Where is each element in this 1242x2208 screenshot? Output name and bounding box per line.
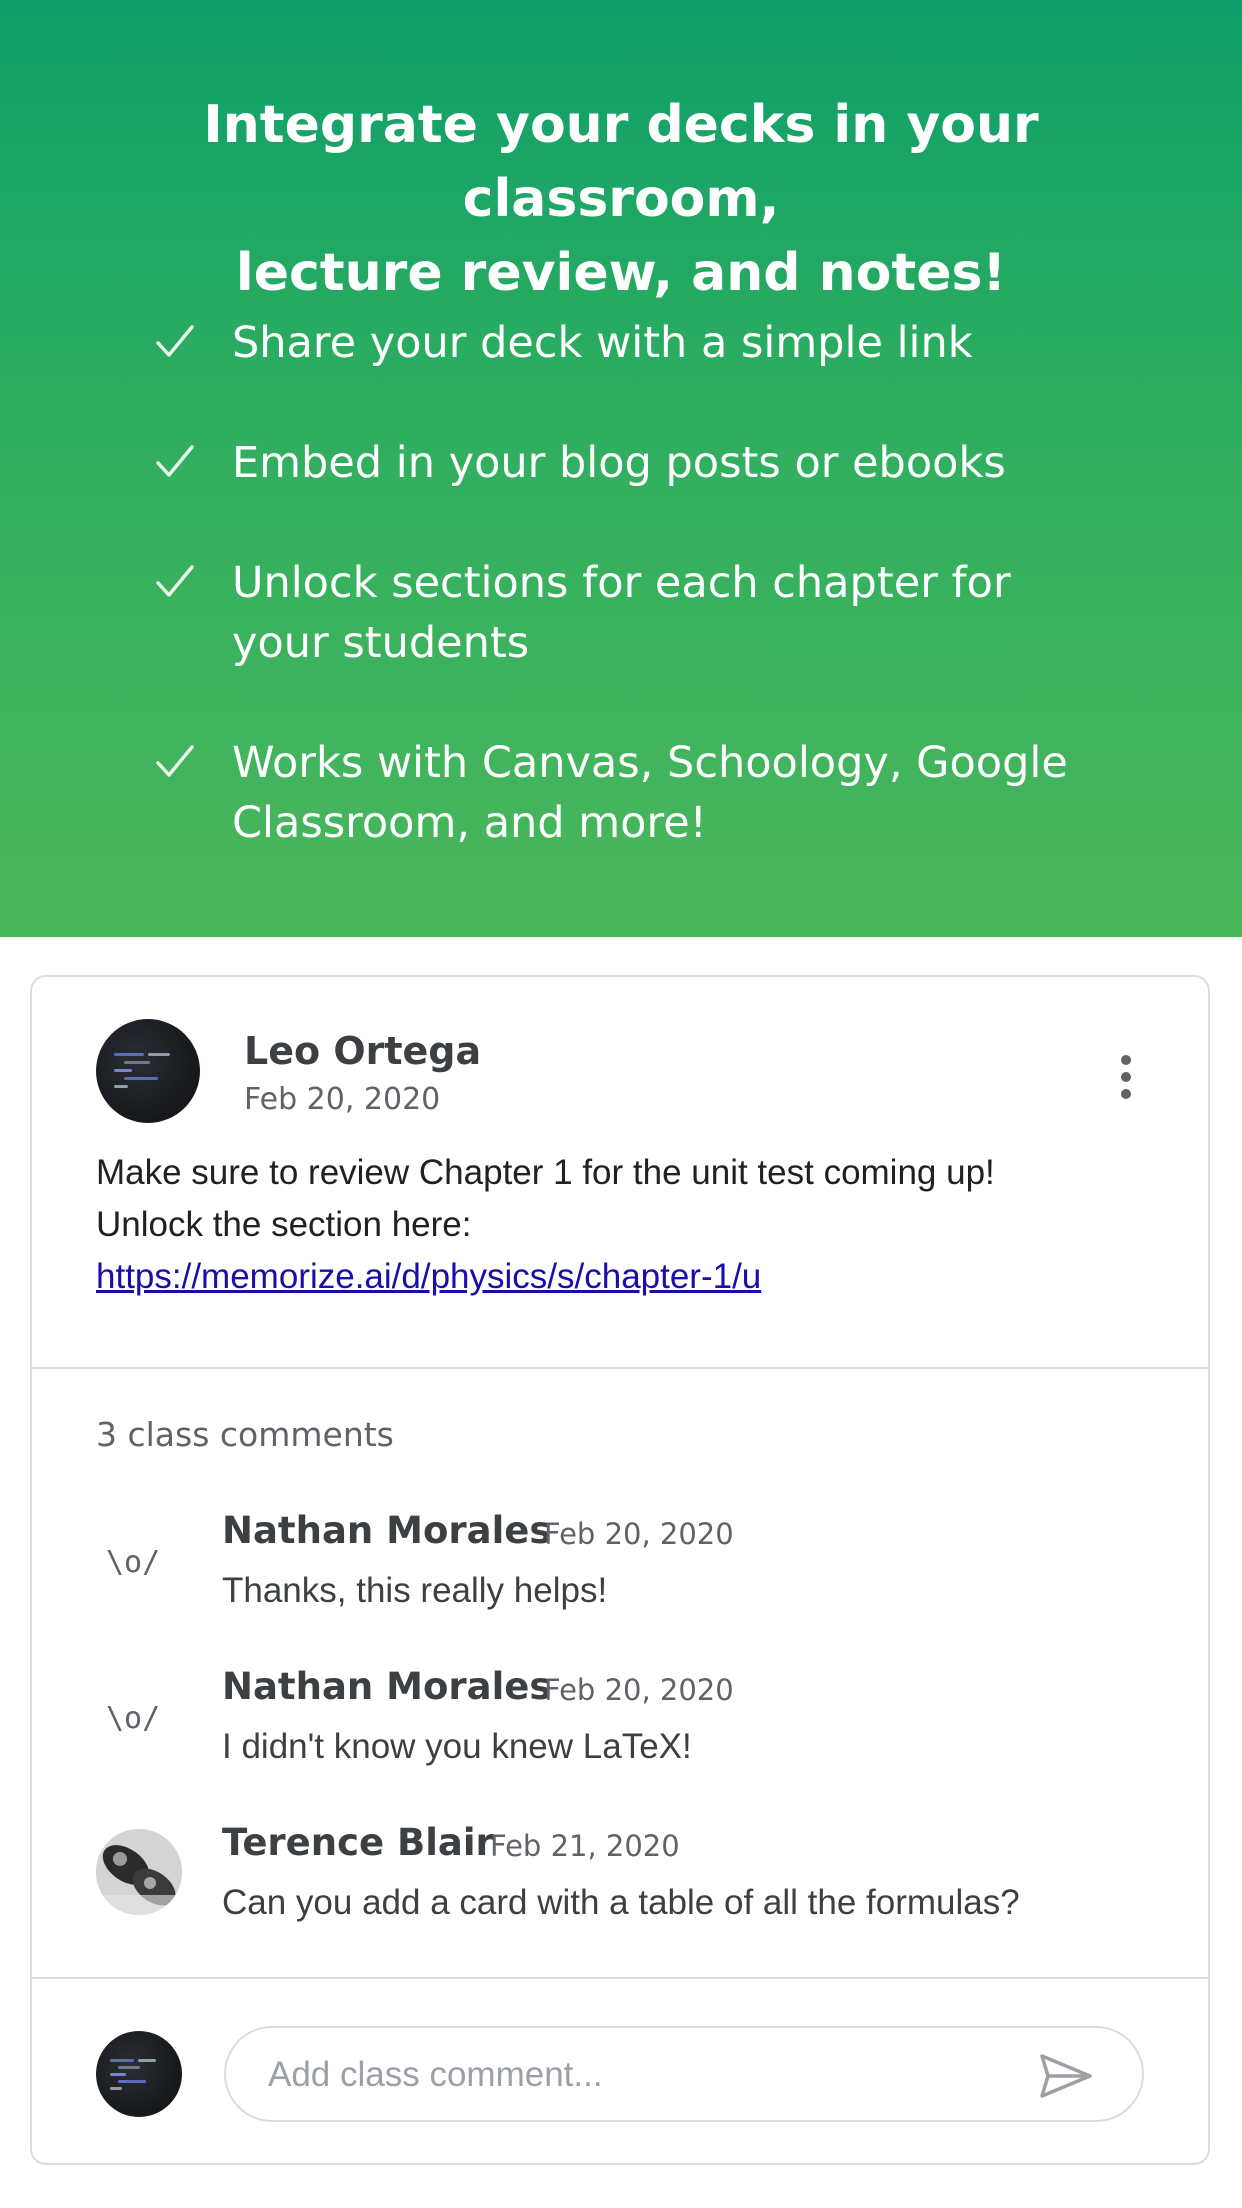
add-comment-input[interactable] [266,2048,1030,2102]
feature-text: Embed in your blog posts or ebooks [232,433,1092,493]
hero-title-line1: Integrate your decks in your classroom, [203,95,1039,229]
more-options-icon[interactable] [1106,1047,1146,1107]
post-link[interactable]: https://memorize.ai/d/physics/s/chapter-… [96,1251,1156,1303]
feature-item: Unlock sections for each chapter for you… [0,553,1242,673]
comment-text: Can you add a card with a table of all t… [222,1883,1020,1922]
comment-item: \o/ Nathan Morales Feb 20, 2020 I didn't… [32,1665,1208,1805]
comment-item: Terence Blair Feb 21, 2020 Can you add a… [32,1821,1208,1961]
feature-line: your students [232,618,530,668]
feature-line: Works with Canvas, Schoology, Google [232,738,1068,788]
feature-text: Share your deck with a simple link [232,313,1092,373]
divider [32,1977,1208,1979]
comment-author: Nathan Morales [222,1509,552,1552]
feature-text: Works with Canvas, Schoology, Google Cla… [232,733,1092,853]
hero-title-line2: lecture review, and notes! [235,243,1007,303]
send-icon[interactable] [1036,2052,1096,2100]
comment-date: Feb 20, 2020 [544,1517,734,1551]
check-icon [156,325,194,357]
avatar-placeholder-icon: \o/ [106,1545,161,1580]
feature-text: Unlock sections for each chapter for you… [232,553,1092,673]
feature-line: Classroom, and more! [232,798,707,848]
comment-date: Feb 21, 2020 [490,1829,680,1863]
commenter-photo [96,1829,182,1915]
comment-item: \o/ Nathan Morales Feb 20, 2020 Thanks, … [32,1509,1208,1649]
avatar-placeholder-icon: \o/ [106,1701,161,1736]
feature-item: Embed in your blog posts or ebooks [0,433,1242,493]
check-icon [156,745,194,777]
author-avatar[interactable] [96,1019,200,1123]
post-text-line: Make sure to review Chapter 1 for the un… [96,1153,995,1192]
post-card: Leo Ortega Feb 20, 2020 Make sure to rev… [30,975,1210,2165]
hero-title: Integrate your decks in your classroom, … [40,88,1202,310]
current-user-avatar [96,2031,182,2117]
comment-author: Nathan Morales [222,1665,552,1708]
check-icon [156,565,194,597]
feature-line: Embed in your blog posts or ebooks [232,438,1006,488]
post-date: Feb 20, 2020 [244,1082,441,1117]
check-icon [156,445,194,477]
feature-item: Works with Canvas, Schoology, Google Cla… [0,733,1242,853]
post-text-line: Unlock the section here: [96,1205,472,1244]
class-comments-count[interactable]: 3 class comments [96,1415,394,1454]
comment-date: Feb 20, 2020 [544,1673,734,1707]
commenter-avatar [96,1829,182,1915]
comment-author: Terence Blair [222,1821,494,1864]
feature-line: Unlock sections for each chapter for [232,558,1011,608]
feature-line: Share your deck with a simple link [232,318,973,368]
post-body: Make sure to review Chapter 1 for the un… [96,1147,1156,1303]
comment-text: I didn't know you knew LaTeX! [222,1727,692,1766]
author-name[interactable]: Leo Ortega [244,1029,481,1073]
feature-item: Share your deck with a simple link [0,313,1242,373]
divider [32,1367,1208,1369]
comment-text: Thanks, this really helps! [222,1571,608,1610]
comment-composer [224,2026,1144,2122]
hero-banner: Integrate your decks in your classroom, … [0,0,1242,937]
